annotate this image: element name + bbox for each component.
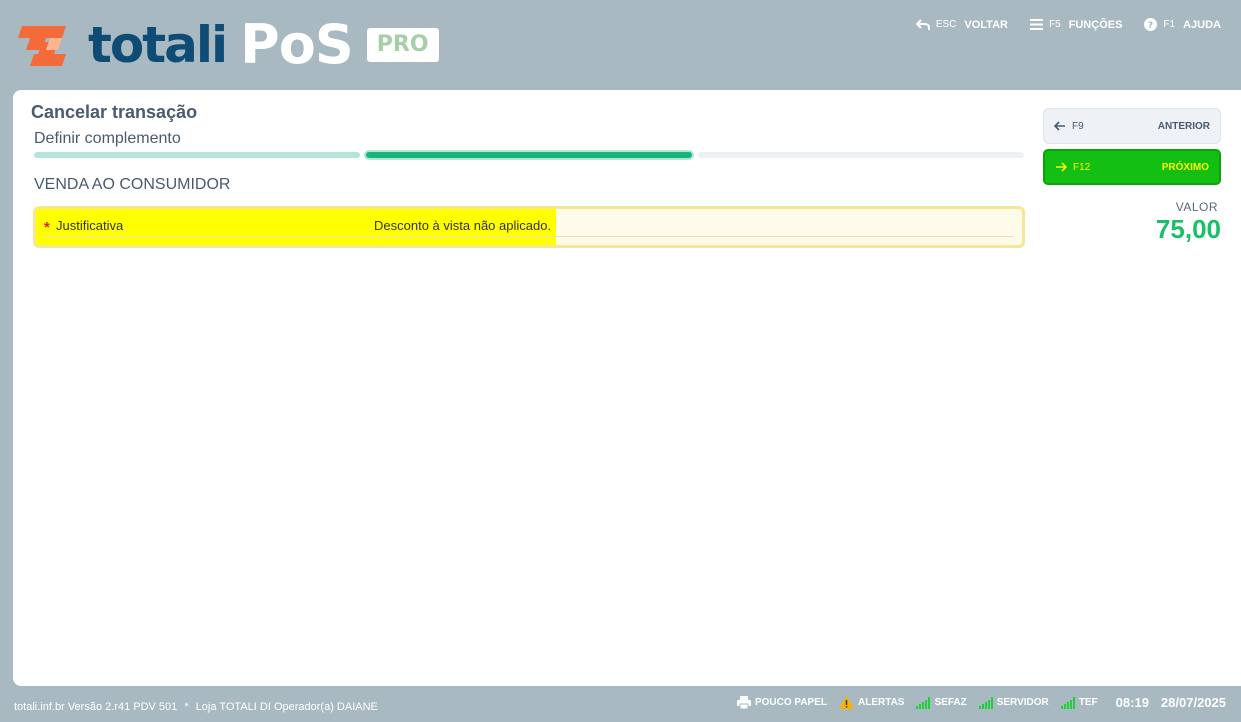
step-progress <box>34 150 1024 160</box>
footer-site: totali.inf.br <box>14 701 65 713</box>
previous-button[interactable]: F9 ANTERIOR <box>1043 108 1221 144</box>
section-title: VENDA AO CONSUMIDOR <box>34 176 231 193</box>
signal-icon <box>1060 696 1075 709</box>
step-title: Definir complemento <box>34 130 181 147</box>
clock-date: 28/07/2025 <box>1160 695 1226 710</box>
help-key: F1 <box>1163 19 1176 30</box>
signal-icon <box>916 696 931 709</box>
progress-step-1 <box>34 152 360 158</box>
status-sefaz[interactable]: SEFAZ <box>916 696 967 709</box>
help-icon: ? <box>1144 18 1158 31</box>
status-sefaz-label: SEFAZ <box>934 697 967 708</box>
justificativa-label: Justificativa <box>56 218 124 233</box>
footer-info: totali.inf.br Versão 2.r41 PDV 501 * Loj… <box>14 701 378 713</box>
footer-status: POUCO PAPEL ALERTAS SEFAZ SERVIDOR TEF 0… <box>736 695 1226 710</box>
top-menu: ESC VOLTAR F5 FUNÇÕES ? F1 AJUDA <box>915 18 1221 31</box>
next-label: PRÓXIMO <box>1161 161 1209 173</box>
printer-icon <box>736 696 751 709</box>
functions-label: FUNÇÕES <box>1068 18 1123 31</box>
undo-arrow-icon <box>915 18 930 30</box>
previous-key: F9 <box>1072 120 1084 132</box>
back-button[interactable]: ESC VOLTAR <box>915 18 1008 31</box>
arrow-right-icon <box>1056 162 1067 172</box>
status-paper-label: POUCO PAPEL <box>754 697 827 708</box>
brand-name: totali <box>88 16 228 74</box>
signal-icon <box>978 696 993 709</box>
main-card: Cancelar transação Definir complemento V… <box>13 90 1241 686</box>
brand-product: PoS <box>240 13 354 76</box>
status-tef[interactable]: TEF <box>1060 696 1098 709</box>
back-label: VOLTAR <box>964 18 1008 31</box>
status-paper[interactable]: POUCO PAPEL <box>736 696 827 709</box>
clock-time: 08:19 <box>1115 695 1149 710</box>
status-server[interactable]: SERVIDOR <box>978 696 1049 709</box>
arrow-left-icon <box>1054 121 1065 131</box>
valor-label: VALOR <box>1175 200 1218 214</box>
page-title: Cancelar transação <box>31 102 198 122</box>
previous-label: ANTERIOR <box>1157 120 1210 132</box>
help-button[interactable]: ? F1 AJUDA <box>1144 18 1221 31</box>
svg-text:?: ? <box>1148 21 1153 31</box>
back-key: ESC <box>935 19 957 30</box>
next-button[interactable]: F12 PRÓXIMO <box>1043 149 1221 185</box>
valor-amount: 75,00 <box>1155 214 1221 244</box>
functions-button[interactable]: F5 FUNÇÕES <box>1029 18 1123 31</box>
field-underline <box>44 236 1014 237</box>
help-label: AJUDA <box>1183 18 1221 31</box>
totali-logo-mark-icon <box>18 26 66 66</box>
footer-pdv: PDV 501 <box>133 701 178 713</box>
status-server-label: SERVIDOR <box>996 697 1049 708</box>
required-mark: * <box>44 219 50 236</box>
warning-icon <box>839 696 854 709</box>
menu-icon <box>1029 19 1043 30</box>
footer-separator: * <box>184 701 189 713</box>
functions-key: F5 <box>1048 19 1061 30</box>
status-alerts-label: ALERTAS <box>858 697 905 708</box>
next-key: F12 <box>1073 161 1091 173</box>
justificativa-input[interactable]: Desconto à vista não aplicado. <box>374 218 551 233</box>
brand-edition-badge: PRO <box>366 28 439 62</box>
footer-version: Versão 2.r41 <box>67 701 131 713</box>
brand-logo: totali PoS PRO <box>16 18 439 72</box>
progress-step-2 <box>364 150 694 160</box>
progress-step-3 <box>698 152 1024 158</box>
footer-store: Loja TOTALI DI <box>195 701 271 713</box>
justificativa-field[interactable]: * Justificativa Desconto à vista não apl… <box>33 206 1025 248</box>
status-alerts[interactable]: ALERTAS <box>839 696 904 709</box>
status-tef-label: TEF <box>1078 697 1098 708</box>
footer-operator: Operador(a) DAIANE <box>273 701 378 713</box>
